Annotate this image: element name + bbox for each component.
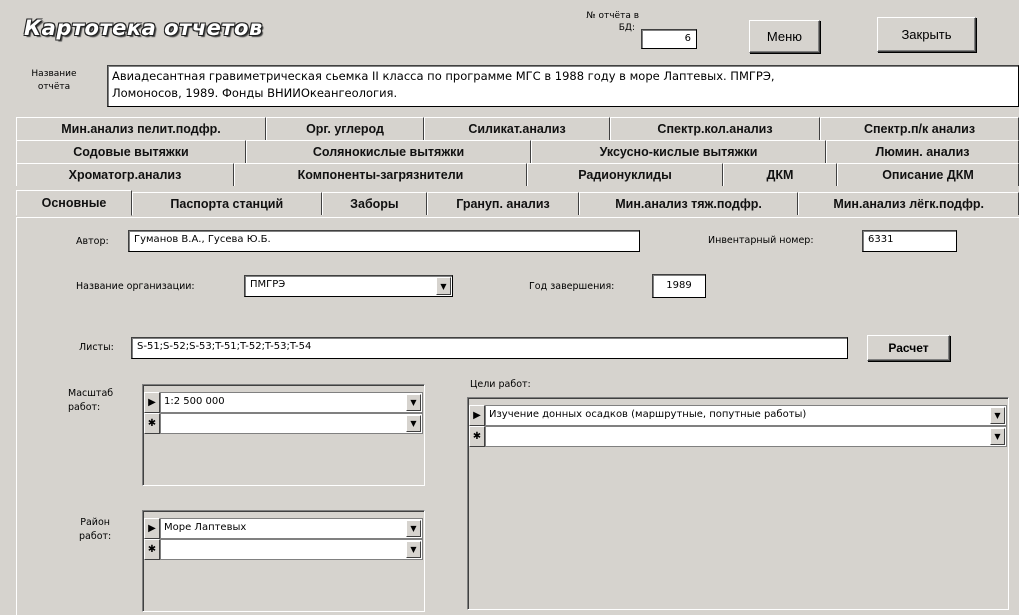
tab-spectr-kol-analysis[interactable]: Спектр.кол.анализ bbox=[610, 117, 820, 140]
report-number-field[interactable]: 6 bbox=[641, 29, 697, 49]
goals-new-row: ✱ ▼ bbox=[469, 426, 1007, 447]
scale-value: 1:2 500 000 bbox=[164, 396, 225, 407]
scale-label-line1: Масштаб bbox=[68, 388, 114, 399]
year-label: Год завершения: bbox=[529, 281, 615, 292]
tab-pollutants[interactable]: Компоненты-загрязнители bbox=[234, 163, 527, 186]
report-name-label-line1: Название bbox=[31, 69, 77, 79]
org-combo[interactable]: ПМГРЭ ▼ bbox=[244, 275, 453, 297]
org-dropdown-icon[interactable]: ▼ bbox=[436, 277, 451, 295]
scale-subform: ▶ 1:2 500 000 ▼ ✱ ▼ bbox=[142, 384, 425, 486]
scale-new-row: ✱ ▼ bbox=[144, 413, 423, 434]
tab-light-fraction-analysis[interactable]: Мин.анализ лёгк.подфр. bbox=[798, 192, 1019, 215]
scale-combo[interactable]: 1:2 500 000 ▼ bbox=[160, 392, 423, 413]
report-name-label: Название отчёта bbox=[24, 68, 84, 94]
region-combo[interactable]: Море Лаптевых ▼ bbox=[160, 518, 423, 539]
inventory-label: Инвентарный номер: bbox=[708, 235, 814, 246]
author-label: Автор: bbox=[76, 236, 109, 247]
record-selector-icon[interactable]: ▶ bbox=[469, 405, 485, 426]
tab-row-1: Мин.анализ пелит.подфр. Орг. углерод Сил… bbox=[16, 117, 1019, 140]
org-value: ПМГРЭ bbox=[250, 279, 286, 290]
scale-label-line2: работ: bbox=[68, 402, 101, 413]
goals-row: ▶ Изучение донных осадков (маршрутные, п… bbox=[469, 405, 1007, 426]
tab-chromatography[interactable]: Хроматогр.анализ bbox=[16, 163, 234, 186]
record-selector-icon[interactable]: ▶ bbox=[144, 518, 160, 539]
tab-row-4: Основные Паспорта станций Заборы Грануп.… bbox=[16, 190, 1019, 216]
record-selector-icon[interactable]: ▶ bbox=[144, 392, 160, 413]
tab-org-carbon[interactable]: Орг. углерод bbox=[266, 117, 424, 140]
tab-silicate-analysis[interactable]: Силикат.анализ bbox=[424, 117, 610, 140]
report-number-label-line2: БД: bbox=[618, 23, 635, 33]
tab-station-passports[interactable]: Паспорта станций bbox=[132, 192, 322, 215]
tab-main[interactable]: Основные bbox=[16, 190, 132, 216]
region-label-line1: Район bbox=[80, 517, 110, 528]
tab-samplings[interactable]: Заборы bbox=[321, 192, 428, 215]
region-dropdown-icon[interactable]: ▼ bbox=[406, 520, 421, 537]
inventory-field[interactable]: 6331 bbox=[862, 230, 957, 252]
report-number-label: № отчёта в БД: bbox=[569, 10, 639, 34]
scale-row: ▶ 1:2 500 000 ▼ bbox=[144, 392, 423, 413]
scale-label: Масштаб работ: bbox=[68, 387, 113, 415]
tab-dkm-description[interactable]: Описание ДКМ bbox=[837, 163, 1019, 186]
sheets-label: Листы: bbox=[79, 342, 114, 353]
goals-subform: ▶ Изучение донных осадков (маршрутные, п… bbox=[467, 397, 1009, 610]
author-field[interactable]: Гуманов В.А., Гусева Ю.Б. bbox=[128, 230, 640, 252]
calc-button[interactable]: Расчет bbox=[867, 335, 950, 361]
scale-new-dropdown-icon[interactable]: ▼ bbox=[406, 415, 421, 432]
scale-dropdown-icon[interactable]: ▼ bbox=[406, 394, 421, 411]
tab-hydrochloric-extracts[interactable]: Солянокислые вытяжки bbox=[246, 140, 531, 163]
tab-acetic-extracts[interactable]: Уксусно-кислые вытяжки bbox=[531, 140, 826, 163]
tab-lumin-analysis[interactable]: Люмин. анализ bbox=[826, 140, 1019, 163]
goals-value: Изучение донных осадков (маршрутные, поп… bbox=[489, 409, 807, 420]
tab-granul-analysis[interactable]: Грануп. анализ bbox=[427, 192, 579, 215]
region-value: Море Лаптевых bbox=[164, 522, 247, 533]
new-record-icon[interactable]: ✱ bbox=[144, 413, 160, 434]
sheets-field[interactable]: S-51;S-52;S-53;T-51;T-52;T-53;T-54 bbox=[131, 337, 848, 359]
org-label: Название организации: bbox=[76, 281, 195, 292]
menu-button[interactable]: Меню bbox=[749, 20, 820, 53]
new-record-icon[interactable]: ✱ bbox=[469, 426, 485, 447]
report-name-line1: Авиадесантная гравиметрическая сьемка II… bbox=[112, 69, 775, 83]
tab-soda-extracts[interactable]: Содовые вытяжки bbox=[16, 140, 246, 163]
app-title: Картотека отчетов bbox=[24, 16, 263, 40]
region-subform: ▶ Море Лаптевых ▼ ✱ ▼ bbox=[142, 510, 425, 612]
goals-label: Цели работ: bbox=[470, 379, 531, 390]
new-record-icon[interactable]: ✱ bbox=[144, 539, 160, 560]
close-button[interactable]: Закрыть bbox=[877, 17, 976, 52]
scale-new-combo[interactable]: ▼ bbox=[160, 413, 423, 434]
region-label-line2: работ: bbox=[79, 531, 112, 542]
tab-row-3: Хроматогр.анализ Компоненты-загрязнители… bbox=[16, 163, 1019, 186]
goals-new-dropdown-icon[interactable]: ▼ bbox=[990, 428, 1005, 445]
goals-dropdown-icon[interactable]: ▼ bbox=[990, 407, 1005, 424]
region-new-dropdown-icon[interactable]: ▼ bbox=[406, 541, 421, 558]
tab-dkm[interactable]: ДКМ bbox=[723, 163, 837, 186]
region-new-combo[interactable]: ▼ bbox=[160, 539, 423, 560]
report-name-line2: Ломоносов, 1989. Фонды ВНИИОкеангеология… bbox=[112, 86, 398, 100]
report-number-label-line1: № отчёта в bbox=[586, 11, 639, 21]
region-label: Район работ: bbox=[79, 516, 111, 544]
goals-combo[interactable]: Изучение донных осадков (маршрутные, поп… bbox=[485, 405, 1007, 426]
region-row: ▶ Море Лаптевых ▼ bbox=[144, 518, 423, 539]
tab-radionuclides[interactable]: Радионуклиды bbox=[527, 163, 723, 186]
tab-spectr-pk-analysis[interactable]: Спектр.п/к анализ bbox=[820, 117, 1019, 140]
report-name-field[interactable]: Авиадесантная гравиметрическая сьемка II… bbox=[107, 65, 1019, 107]
report-name-label-line2: отчёта bbox=[37, 82, 71, 92]
tab-row-2: Содовые вытяжки Солянокислые вытяжки Укс… bbox=[16, 140, 1019, 163]
year-field[interactable]: 1989 bbox=[652, 274, 706, 298]
tab-heavy-fraction-analysis[interactable]: Мин.анализ тяж.подфр. bbox=[578, 192, 799, 215]
tab-min-analysis-pelit[interactable]: Мин.анализ пелит.подфр. bbox=[16, 117, 266, 140]
goals-new-combo[interactable]: ▼ bbox=[485, 426, 1007, 447]
region-new-row: ✱ ▼ bbox=[144, 539, 423, 560]
